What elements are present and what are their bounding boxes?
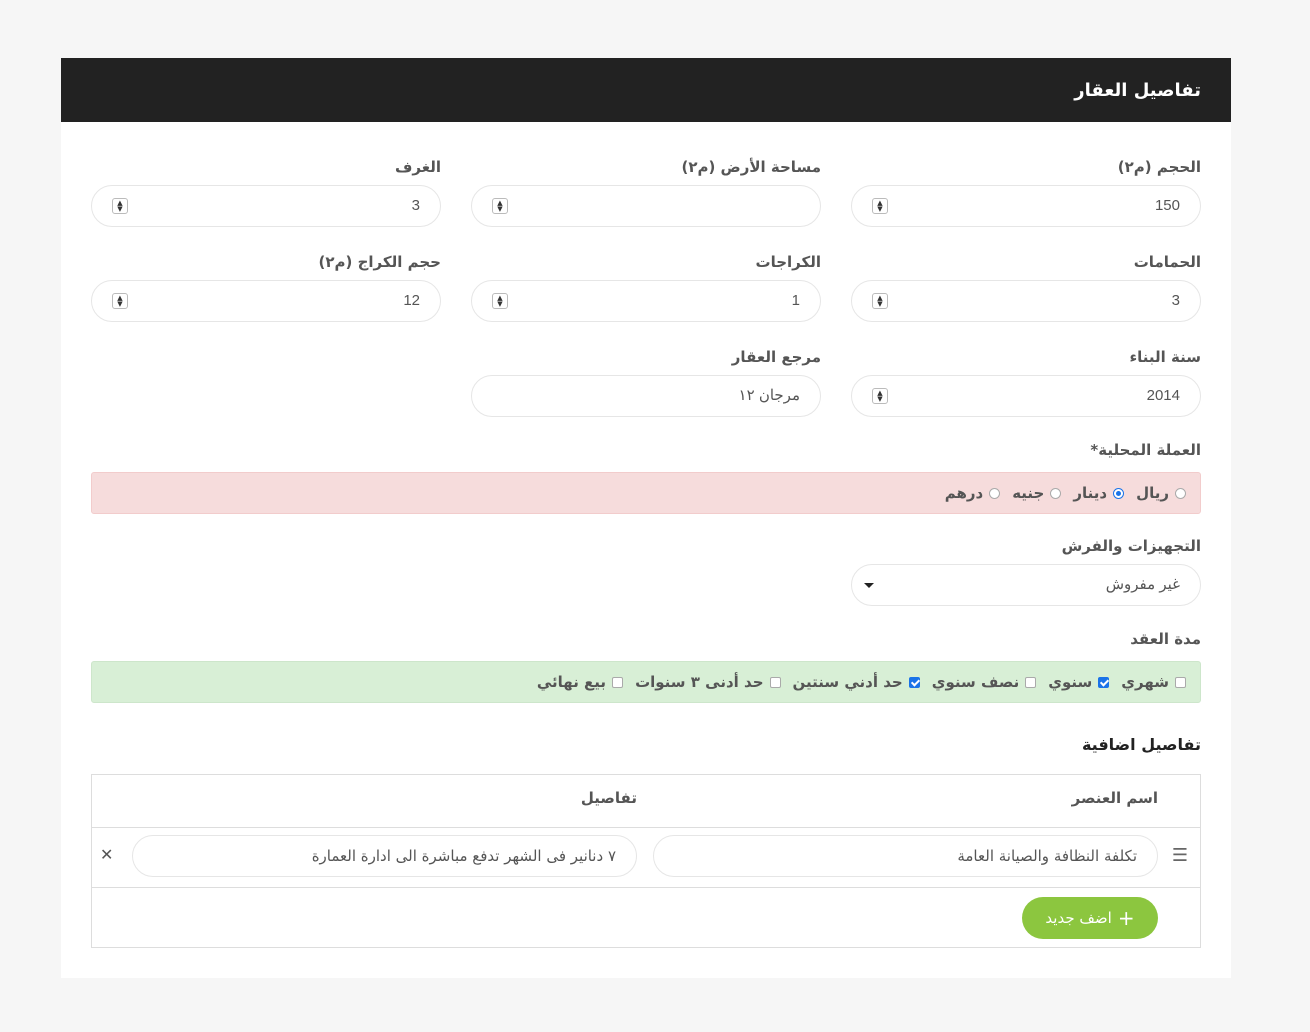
spinner-icon[interactable]: ▲ ▼ [872, 293, 888, 309]
panel-title: تفاصيل العقار [1074, 79, 1201, 101]
furnishing-label: التجهيزات والفرش [1061, 537, 1201, 555]
size-label: الحجم (م٢) [1117, 158, 1201, 176]
item-details-value: ٧ دنانير فى الشهر تدفع مباشرة الى ادارة … [311, 847, 616, 865]
radio-icon[interactable] [1113, 487, 1125, 499]
year-built-field: سنة البناء 2014 ▲ ▼ [851, 346, 1201, 417]
column-header-details: تفاصيل [580, 789, 637, 807]
rooms-input[interactable]: 3 ▲ ▼ [91, 185, 441, 227]
close-icon[interactable]: ✕ [100, 845, 113, 865]
reference-input[interactable]: مرجان ١٢ [471, 375, 821, 417]
garages-input[interactable]: 1 ▲ ▼ [471, 280, 821, 322]
contract-label: مدة العقد [1130, 630, 1201, 648]
checkbox-icon[interactable] [908, 676, 920, 688]
radio-icon[interactable] [1175, 487, 1186, 499]
year-built-label: سنة البناء [1129, 348, 1201, 366]
radio-icon[interactable] [1050, 487, 1062, 499]
add-new-label: اضف جديد [1045, 909, 1112, 927]
spinner-icon[interactable]: ▲ ▼ [872, 388, 888, 404]
size-field: الحجم (م٢) 150 ▲ ▼ [851, 156, 1201, 227]
option-label: شهري [1121, 673, 1169, 691]
option-label: دينار [1073, 484, 1108, 502]
rooms-value: 3 [411, 197, 420, 214]
panel-header: تفاصيل العقار [61, 58, 1231, 122]
spinner-icon[interactable]: ▲ ▼ [112, 293, 128, 309]
caret-down-icon[interactable] [864, 583, 874, 588]
garages-label: الكراجات [755, 253, 822, 271]
furnishing-value: غير مفروش [1105, 576, 1180, 593]
currency-label: العملة المحلية* [1090, 441, 1201, 459]
garages-value: 1 [791, 292, 800, 309]
currency-group: ريال دينار جنيه درهم [91, 472, 1201, 514]
table-header: اسم العنصر تفاصيل [92, 775, 1200, 828]
garage-size-input[interactable]: 12 ▲ ▼ [91, 280, 441, 322]
contract-option-final-sale[interactable]: بيع نهائي [536, 673, 624, 691]
option-label: بيع نهائي [536, 673, 607, 691]
spinner-icon[interactable]: ▲ ▼ [492, 293, 508, 309]
option-label: ريال [1136, 484, 1169, 502]
garages-field: الكراجات 1 ▲ ▼ [471, 251, 822, 322]
property-details-panel: تفاصيل العقار الحجم (م٢) 150 ▲ ▼ مساحة ال… [61, 58, 1231, 978]
land-area-input[interactable]: ▲ ▼ [471, 185, 821, 227]
extra-details-table: اسم العنصر تفاصيل ☰ تكلفة النظافة والصيا… [91, 774, 1201, 948]
extra-details-title: تفاصيل اضافية [1081, 735, 1201, 754]
item-details-input[interactable]: ٧ دنانير فى الشهر تدفع مباشرة الى ادارة … [132, 835, 637, 877]
option-label: حد أدني سنتين [792, 673, 903, 691]
currency-option-dirham[interactable]: درهم [945, 484, 1001, 502]
bathrooms-value: 3 [1171, 292, 1180, 309]
menu-icon[interactable]: ☰ [1172, 847, 1188, 865]
year-built-input[interactable]: 2014 ▲ ▼ [851, 375, 1201, 417]
reference-field: مرجع العقار مرجان ١٢ [471, 346, 821, 417]
bathrooms-field: الحمامات 3 ▲ ▼ [851, 251, 1201, 322]
column-header-name: اسم العنصر [1071, 789, 1158, 807]
item-name-value: تكلفة النظافة والصيانة العامة [957, 847, 1137, 865]
option-label: درهم [944, 484, 984, 502]
checkbox-icon[interactable] [1098, 676, 1110, 688]
currency-option-pound[interactable]: جنيه [1012, 484, 1062, 502]
garage-size-label: حجم الكراج (م٢) [318, 253, 441, 271]
contract-option-yearly[interactable]: سنوي [1048, 673, 1110, 691]
contract-option-monthly[interactable]: شهري [1121, 673, 1186, 691]
option-label: حد أدنى ٣ سنوات [635, 673, 764, 691]
contract-option-min-two-years[interactable]: حد أدني سنتين [793, 673, 920, 691]
reference-value: مرجان ١٢ [738, 387, 800, 404]
checkbox-icon[interactable] [1175, 676, 1186, 688]
garage-size-value: 12 [403, 292, 420, 309]
currency-option-riyal[interactable]: ريال [1136, 484, 1186, 502]
option-label: سنوي [1048, 673, 1093, 691]
item-name-input[interactable]: تكلفة النظافة والصيانة العامة [653, 835, 1158, 877]
currency-option-dinar[interactable]: دينار [1073, 484, 1125, 502]
contract-option-min-three-years[interactable]: حد أدنى ٣ سنوات [635, 673, 781, 691]
contract-option-half-yearly[interactable]: نصف سنوي [932, 673, 1037, 691]
spinner-icon[interactable]: ▲ ▼ [112, 198, 128, 214]
spinner-icon[interactable]: ▲ ▼ [872, 198, 888, 214]
bathrooms-label: الحمامات [1133, 253, 1201, 271]
add-new-button[interactable]: + اضف جديد [1022, 897, 1158, 939]
option-label: نصف سنوي [931, 673, 1020, 691]
radio-icon[interactable] [989, 487, 1001, 499]
furnishing-field: التجهيزات والفرش غير مفروش [851, 535, 1201, 606]
size-value: 150 [1154, 197, 1180, 214]
size-input[interactable]: 150 ▲ ▼ [851, 185, 1201, 227]
rooms-field: الغرف 3 ▲ ▼ [91, 156, 441, 227]
land-area-label: مساحة الأرض (م٢) [681, 158, 821, 176]
option-label: جنيه [1012, 484, 1045, 502]
contract-group: شهري سنوي نصف سنوي حد أدني سنتين حد أدنى… [91, 661, 1201, 703]
spinner-icon[interactable]: ▲ ▼ [492, 198, 508, 214]
furnishing-select[interactable]: غير مفروش [851, 564, 1201, 606]
checkbox-icon[interactable] [1025, 676, 1037, 688]
reference-label: مرجع العقار [731, 348, 821, 366]
land-area-field: مساحة الأرض (م٢) ▲ ▼ [471, 156, 821, 227]
plus-icon: + [1117, 906, 1135, 930]
bathrooms-input[interactable]: 3 ▲ ▼ [851, 280, 1201, 322]
garage-size-field: حجم الكراج (م٢) 12 ▲ ▼ [91, 251, 441, 322]
table-row: ☰ تكلفة النظافة والصيانة العامة ٧ دنانير… [92, 827, 1200, 888]
rooms-label: الغرف [395, 158, 441, 176]
year-built-value: 2014 [1146, 387, 1180, 404]
checkbox-icon[interactable] [612, 676, 624, 688]
checkbox-icon[interactable] [769, 676, 781, 688]
